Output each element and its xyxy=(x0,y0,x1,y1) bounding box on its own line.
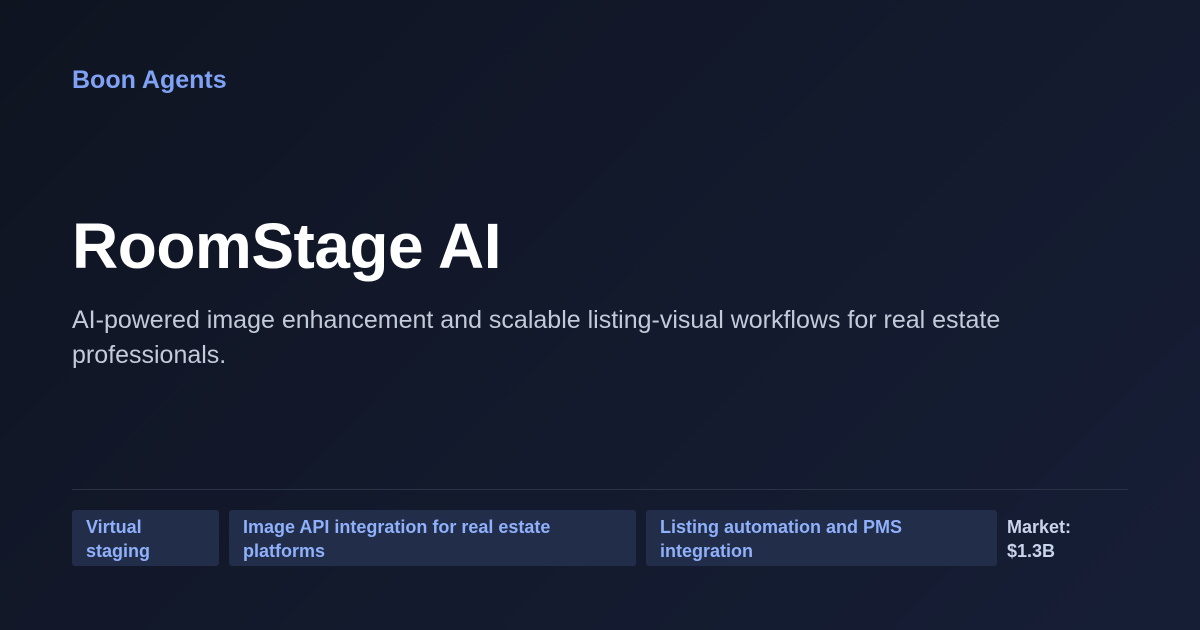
page-title: RoomStage AI xyxy=(72,210,502,282)
tag-image-api-integration: Image API integration for real estate pl… xyxy=(229,510,636,566)
tag-list: Virtual staging Image API integration fo… xyxy=(72,510,1097,568)
brand-name: Boon Agents xyxy=(72,66,227,94)
page-subtitle: AI-powered image enhancement and scalabl… xyxy=(72,306,1001,369)
tag-listing-automation: Listing automation and PMS integration xyxy=(646,510,997,566)
divider xyxy=(72,489,1128,490)
market-size: Market: $1.3B xyxy=(1007,517,1072,561)
tag-virtual-staging: Virtual staging xyxy=(72,510,219,566)
